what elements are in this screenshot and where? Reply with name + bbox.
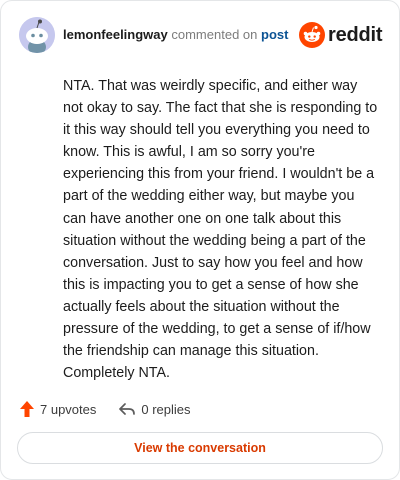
upvote-arrow-icon — [20, 401, 34, 417]
view-conversation-button[interactable]: View the conversation — [17, 432, 383, 464]
comment-byline: lemonfeelingway commented on post — [63, 27, 288, 43]
username-link[interactable]: lemonfeelingway — [63, 27, 168, 42]
comment-header: lemonfeelingway commented on post reddit — [19, 17, 385, 53]
reply-button[interactable]: 0 replies — [118, 401, 191, 417]
comment-card: lemonfeelingway commented on post reddit… — [0, 0, 400, 480]
upvote-button[interactable]: 7 upvotes — [19, 400, 96, 418]
upvotes-count: 7 upvotes — [40, 401, 97, 417]
reddit-brand[interactable]: reddit — [299, 21, 385, 49]
snoo-avatar-icon[interactable] — [19, 17, 55, 53]
post-link[interactable]: post — [261, 27, 288, 42]
action-text: commented on — [171, 27, 258, 42]
reddit-logo-icon — [299, 22, 325, 48]
reply-arrow-icon — [119, 403, 136, 415]
comment-actions: 7 upvotes 0 replies — [19, 398, 191, 420]
replies-count: 0 replies — [141, 401, 191, 417]
comment-body: NTA. That was weirdly specific, and eith… — [63, 78, 378, 382]
brand-wordmark: reddit — [328, 23, 383, 46]
